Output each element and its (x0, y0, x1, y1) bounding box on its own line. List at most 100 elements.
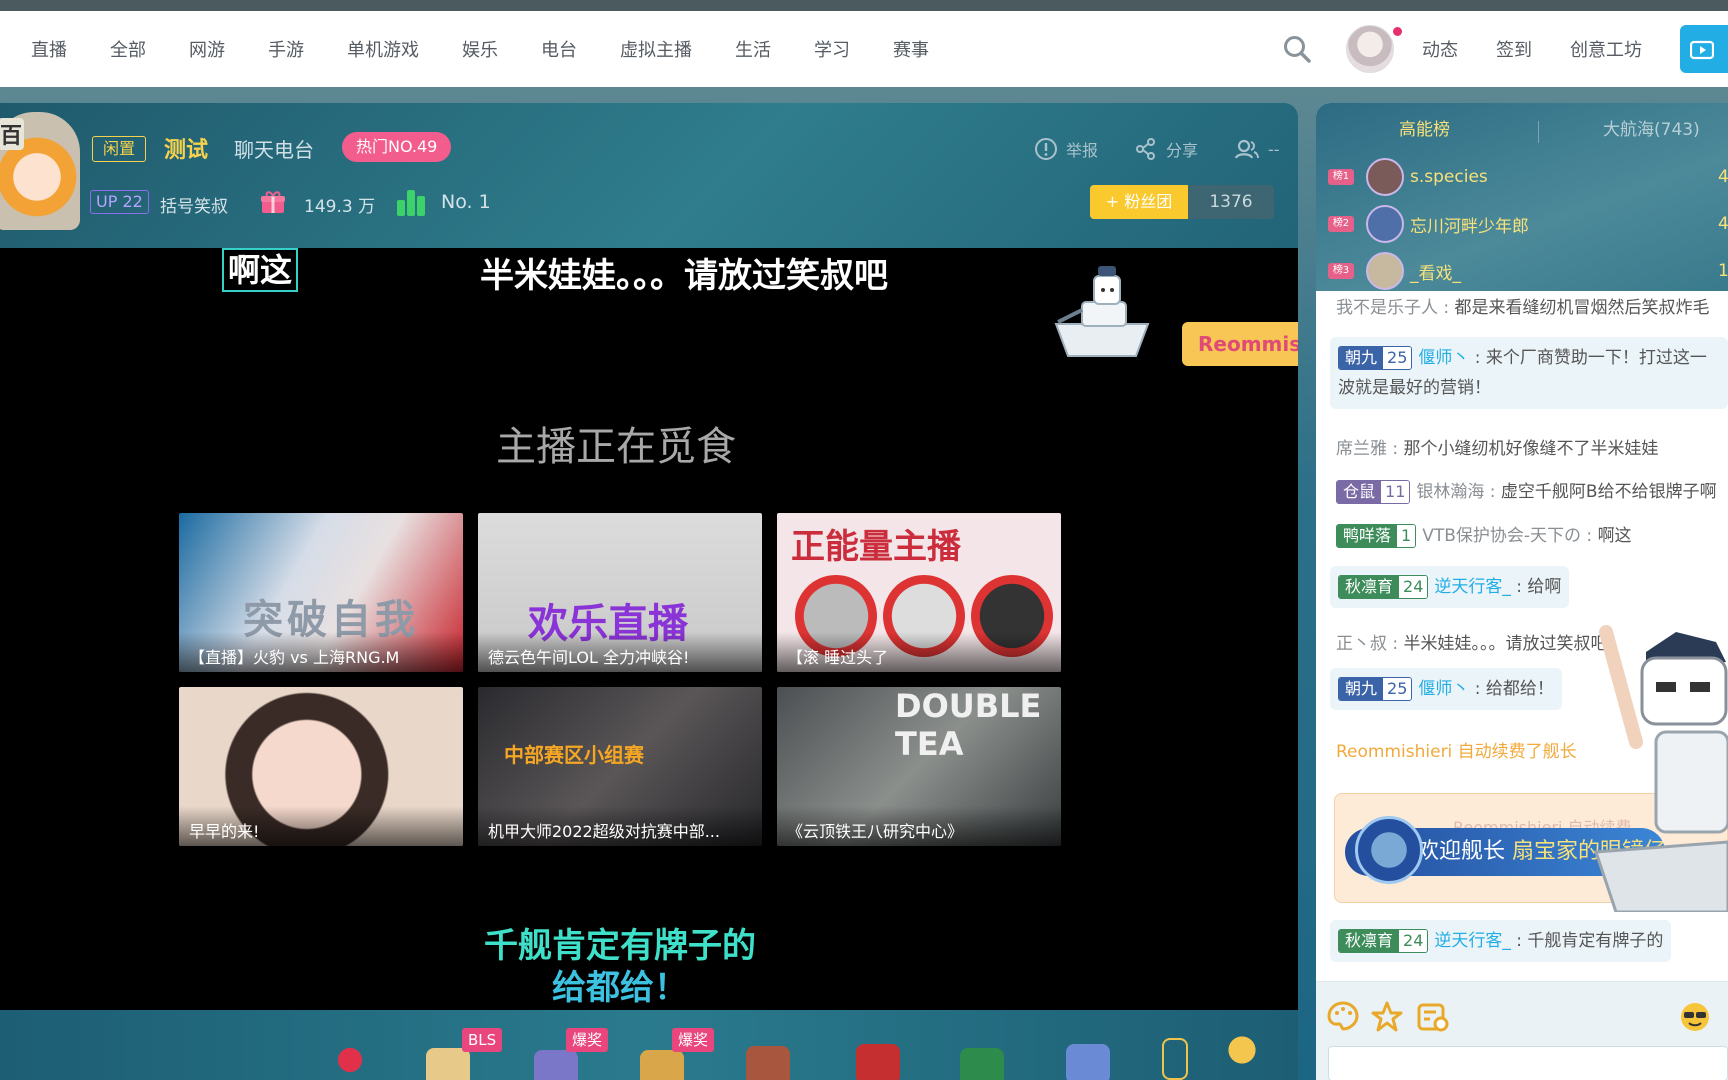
nav-item-vtuber[interactable]: 虚拟主播 (620, 36, 692, 62)
fan-club-button[interactable]: + 粉丝团 (1090, 185, 1188, 219)
rank-value: 426 (1718, 167, 1728, 187)
search-icon[interactable] (1282, 34, 1312, 64)
chat-user[interactable]: 偃师丶 (1418, 679, 1469, 699)
chest-gift-icon[interactable] (746, 1046, 790, 1080)
recommend-card[interactable]: 欢乐直播 德云色午间LOL 全力冲峡谷! (478, 513, 762, 672)
rank-value: 139 (1718, 261, 1728, 281)
welcome-prefix: 欢迎舰长 (1417, 839, 1506, 864)
medal-name: 朝九 (1339, 347, 1384, 369)
recommend-card[interactable]: 突破自我 【直播】火豹 vs 上海RNG.M (179, 513, 463, 672)
up-name[interactable]: 括号笑叔 (160, 192, 228, 217)
room-avatar[interactable]: 百 (0, 112, 80, 230)
chat-user[interactable]: 正丶叔 (1336, 634, 1387, 654)
redpacket-gift-icon[interactable] (856, 1044, 900, 1080)
chat-user[interactable]: 偃师丶 (1418, 348, 1469, 368)
room-category[interactable]: 聊天电台 (234, 134, 314, 163)
hot-rank-badge[interactable]: 热门NO.49 (342, 132, 452, 162)
chat-user[interactable]: 银林瀚海 (1416, 482, 1484, 502)
fan-medal[interactable]: 鸭咩落 1 (1336, 524, 1417, 548)
nav-item-life[interactable]: 生活 (735, 36, 771, 62)
thumbnail-caption: 正能量主播 (791, 527, 961, 567)
nav-item-online-games[interactable]: 网游 (189, 36, 225, 62)
medal-level: 24 (1399, 576, 1428, 598)
tab-guard-rank[interactable]: 大航海(743) (1603, 115, 1700, 140)
gift-tag: BLS (462, 1028, 503, 1052)
fan-medal[interactable]: 朝九 25 (1338, 346, 1413, 370)
fan-medal[interactable]: 秋凛育 24 (1338, 575, 1429, 599)
nav-categories: 直播 全部 网游 手游 单机游戏 娱乐 电台 虚拟主播 生活 学习 赛事 (31, 36, 972, 62)
chat-message: 我不是乐子人 : 都是来看缝纫机冒烟然后笑叔炸毛 (1336, 298, 1710, 318)
chat-user[interactable]: 席兰雅 (1336, 439, 1387, 459)
recommend-card[interactable]: 中部赛区小组赛 机甲大师2022超级对抗赛中部... (478, 687, 762, 846)
avatar-image (1346, 25, 1394, 73)
tab-energy-rank[interactable]: 高能榜 (1399, 115, 1450, 140)
gift-count: 149.3 万 (304, 197, 376, 217)
recommend-title: 《云顶铁王八研究中心》 (777, 806, 1061, 846)
anchor-gift-icon[interactable] (1220, 1030, 1264, 1070)
chat-user[interactable]: 逆天行客_ (1434, 931, 1511, 951)
guard-renew-notice: Reommishieri 自动续费了舰长 (1336, 742, 1577, 762)
rank-row[interactable]: 榜1 s.species 426 (1328, 155, 1728, 199)
medal-name: 鸭咩落 (1337, 525, 1398, 547)
fan-medal[interactable]: 秋凛育 24 (1338, 929, 1429, 953)
chat-user[interactable]: VTB保护协会-天下の (1422, 526, 1581, 546)
palette-icon[interactable] (1326, 1000, 1360, 1034)
emoji-sunglasses-icon[interactable] (1678, 1000, 1712, 1034)
recommend-title: 早早的来! (179, 806, 463, 846)
report-button[interactable]: 举报 (1034, 137, 1098, 161)
recommend-title: 【滚 睡过头了 (777, 632, 1061, 672)
medal-name: 秋凛育 (1339, 930, 1400, 952)
viewers-button[interactable]: -- (1234, 138, 1280, 160)
gift-user-button[interactable]: Reommishieri (1182, 322, 1298, 366)
nav-link-creative[interactable]: 创意工坊 (1570, 36, 1642, 62)
rank-number: 榜1 (1328, 169, 1354, 185)
rank-name: _看戏_ (1410, 263, 1461, 284)
warning-icon (1035, 138, 1057, 160)
window-top-strip (0, 0, 1728, 11)
ticket-gift-icon[interactable] (426, 1048, 470, 1080)
castle-gift-icon[interactable] (1066, 1044, 1110, 1080)
nav-item-single-player[interactable]: 单机游戏 (347, 36, 419, 62)
car-gift-icon[interactable] (960, 1048, 1004, 1080)
chat-text: 波就是最好的营销！ (1338, 378, 1491, 398)
nav-item-entertainment[interactable]: 娱乐 (462, 36, 498, 62)
rose-gift-icon[interactable] (328, 1040, 372, 1080)
nav-item-all[interactable]: 全部 (110, 36, 146, 62)
rank-row[interactable]: 榜3 _看戏_ 139 (1328, 249, 1728, 293)
share-icon (1136, 138, 1156, 160)
fan-medal[interactable]: 朝九 25 (1338, 677, 1413, 701)
rank-name: 忘川河畔少年郎 (1410, 216, 1529, 237)
chat-text: 来个厂商赞助一下！打过这一 (1485, 348, 1707, 368)
recommend-card[interactable]: 正能量主播 【滚 睡过头了 (777, 513, 1061, 672)
start-live-button[interactable] (1680, 25, 1728, 73)
fan-medal[interactable]: 仓鼠 11 (1336, 480, 1411, 504)
nav-link-dynamic[interactable]: 动态 (1422, 36, 1458, 62)
lottery-gift-icon[interactable] (640, 1050, 684, 1080)
chat-message: 鸭咩落 1 VTB保护协会-天下の : 啊这 (1336, 521, 1632, 548)
user-avatar[interactable] (1346, 25, 1402, 73)
users-icon (1234, 139, 1260, 159)
nav-link-checkin[interactable]: 签到 (1496, 36, 1532, 62)
chat-user[interactable]: 逆天行客_ (1434, 577, 1511, 597)
nav-item-study[interactable]: 学习 (814, 36, 850, 62)
chat-user[interactable]: 我不是乐子人 (1336, 298, 1438, 318)
rank-row[interactable]: 榜2 忘川河畔少年郎 425 (1328, 202, 1728, 246)
idle-badge: 闲置 (92, 136, 147, 162)
medal-name: 朝九 (1339, 678, 1384, 700)
medal-level: 1 (1397, 525, 1416, 547)
nav-item-events[interactable]: 赛事 (893, 36, 929, 62)
nav-item-live[interactable]: 直播 (31, 36, 67, 62)
chat-text: 虚空千舰阿B给不给银牌子啊 (1500, 482, 1717, 502)
empty-slot-icon[interactable] (1162, 1038, 1188, 1080)
nav-item-mobile-games[interactable]: 手游 (268, 36, 304, 62)
recommend-card[interactable]: 早早的来! (179, 687, 463, 846)
avatar (1366, 158, 1404, 196)
star-settings-icon[interactable] (1370, 1000, 1404, 1034)
recommend-card[interactable]: DOUBLE TEA 《云顶铁王八研究中心》 (777, 687, 1061, 846)
danmu-settings-icon[interactable] (1416, 1000, 1450, 1034)
blindbox-gift-icon[interactable] (534, 1050, 578, 1080)
share-button[interactable]: 分享 (1134, 137, 1198, 161)
medal-level: 11 (1381, 481, 1410, 503)
chat-input[interactable] (1328, 1046, 1728, 1080)
nav-item-radio[interactable]: 电台 (541, 36, 577, 62)
